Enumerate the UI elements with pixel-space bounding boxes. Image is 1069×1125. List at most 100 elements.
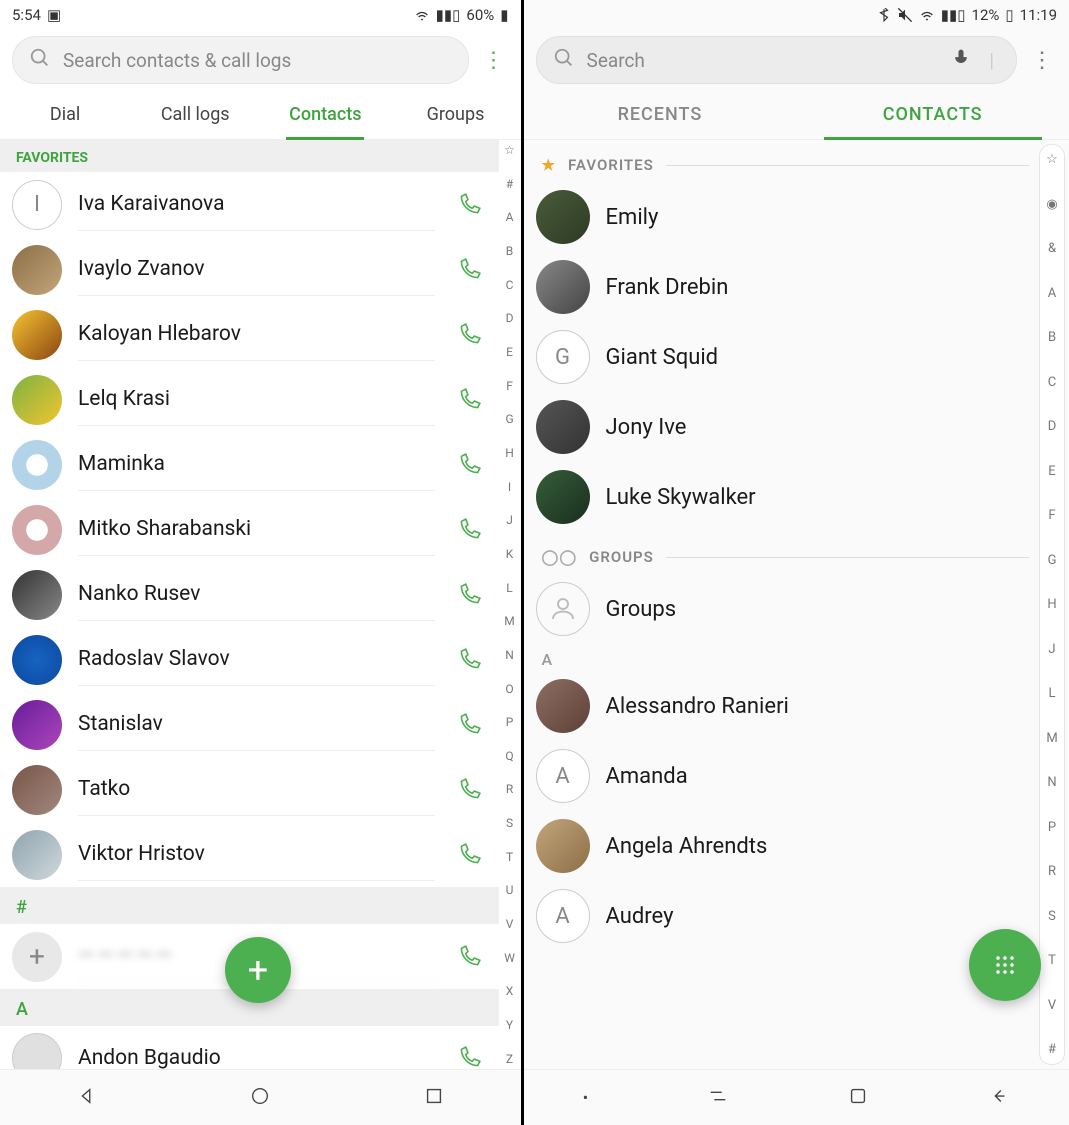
contact-row[interactable]: A Amanda: [524, 741, 1047, 811]
index-letter[interactable]: V: [506, 918, 514, 930]
index-letter[interactable]: F: [1048, 509, 1055, 522]
tab-contacts[interactable]: Contacts: [260, 90, 390, 139]
index-letter[interactable]: D: [506, 312, 514, 324]
back-button[interactable]: [988, 1085, 1010, 1111]
call-button[interactable]: [451, 452, 487, 478]
call-button[interactable]: [451, 842, 487, 868]
groups-row[interactable]: Groups: [524, 574, 1047, 644]
add-contact-fab[interactable]: +: [225, 937, 291, 1003]
home-button[interactable]: [847, 1085, 869, 1111]
contact-row[interactable]: Ivaylo Zvanov: [0, 237, 499, 302]
index-letter[interactable]: N: [505, 649, 514, 661]
index-letter[interactable]: X: [506, 985, 514, 997]
contact-row[interactable]: Tatko: [0, 757, 499, 822]
mic-icon[interactable]: [951, 48, 971, 73]
index-letter[interactable]: S: [506, 817, 513, 829]
index-letter[interactable]: P: [1048, 821, 1056, 834]
index-letter[interactable]: N: [1047, 776, 1056, 789]
contact-row[interactable]: Angela Ahrendts: [524, 811, 1047, 881]
index-letter[interactable]: R: [506, 783, 513, 795]
index-letter[interactable]: R: [1048, 865, 1056, 878]
index-letter[interactable]: W: [504, 952, 515, 964]
index-letter[interactable]: C: [1048, 376, 1056, 389]
index-letter[interactable]: ☆: [1046, 153, 1058, 166]
tab-dial[interactable]: Dial: [0, 90, 130, 139]
contact-row[interactable]: I Iva Karaivanova: [0, 172, 499, 237]
index-letter[interactable]: B: [506, 245, 513, 257]
contact-row[interactable]: Emily: [524, 182, 1047, 252]
call-button[interactable]: [451, 387, 487, 413]
index-letter[interactable]: A: [506, 211, 514, 223]
call-button[interactable]: [451, 647, 487, 673]
index-letter[interactable]: Y: [506, 1019, 513, 1031]
contact-row[interactable]: G Giant Squid: [524, 322, 1047, 392]
contact-row[interactable]: Radoslav Slavov: [0, 627, 499, 692]
index-letter[interactable]: #: [1048, 1043, 1056, 1056]
call-button[interactable]: [451, 712, 487, 738]
home-button[interactable]: [249, 1085, 271, 1111]
nav-dot[interactable]: •: [583, 1088, 588, 1107]
index-letter[interactable]: M: [1046, 732, 1057, 745]
contact-row[interactable]: Alessandro Ranieri: [524, 671, 1047, 741]
index-letter[interactable]: F: [506, 380, 513, 392]
contact-row[interactable]: Andon Bgaudio: [0, 1026, 499, 1069]
recents-button[interactable]: [423, 1085, 445, 1111]
index-letter[interactable]: #: [506, 178, 513, 190]
recents-button[interactable]: [707, 1085, 729, 1111]
call-button[interactable]: [451, 322, 487, 348]
index-letter[interactable]: E: [506, 346, 513, 358]
index-letter[interactable]: K: [506, 548, 514, 560]
alpha-index[interactable]: ☆#ABCDEFGHIJKLMNOPQRSTUVWXYZ: [501, 144, 519, 1065]
call-button[interactable]: [451, 192, 487, 218]
index-letter[interactable]: &: [1048, 242, 1056, 255]
call-button[interactable]: [451, 944, 487, 970]
dialpad-fab[interactable]: [969, 929, 1041, 1001]
call-button[interactable]: [451, 517, 487, 543]
index-letter[interactable]: O: [505, 683, 513, 695]
alpha-index[interactable]: ☆◉&ABCDEFGHJLMNPRSTV#: [1039, 144, 1065, 1065]
index-letter[interactable]: B: [1048, 331, 1056, 344]
index-letter[interactable]: I: [508, 481, 511, 493]
search-input[interactable]: Search contacts & call logs: [12, 36, 469, 84]
index-letter[interactable]: L: [506, 582, 512, 594]
index-letter[interactable]: S: [1048, 910, 1056, 923]
index-letter[interactable]: U: [506, 884, 514, 896]
more-button[interactable]: ⋮: [1027, 48, 1057, 73]
call-button[interactable]: [451, 777, 487, 803]
tab-groups[interactable]: Groups: [390, 90, 520, 139]
index-letter[interactable]: ◉: [1046, 198, 1057, 211]
index-letter[interactable]: C: [506, 279, 514, 291]
call-button[interactable]: [451, 1045, 487, 1069]
index-letter[interactable]: J: [1048, 643, 1055, 656]
index-letter[interactable]: A: [1048, 287, 1056, 300]
index-letter[interactable]: M: [504, 615, 514, 627]
index-letter[interactable]: T: [1048, 954, 1056, 967]
index-letter[interactable]: J: [506, 514, 513, 526]
index-letter[interactable]: D: [1048, 420, 1057, 433]
search-input[interactable]: Search |: [536, 36, 1017, 84]
index-letter[interactable]: T: [506, 851, 513, 863]
tab-contacts[interactable]: CONTACTS: [796, 90, 1069, 139]
index-letter[interactable]: ☆: [504, 144, 515, 156]
contact-row[interactable]: Jony Ive: [524, 392, 1047, 462]
call-button[interactable]: [451, 582, 487, 608]
index-letter[interactable]: P: [506, 716, 514, 728]
contact-row[interactable]: Lelq Krasi: [0, 367, 499, 432]
contact-row[interactable]: Mitko Sharabanski: [0, 497, 499, 562]
index-letter[interactable]: V: [1048, 999, 1056, 1012]
contact-row[interactable]: Maminka: [0, 432, 499, 497]
contact-row[interactable]: Kaloyan Hlebarov: [0, 302, 499, 367]
tab-recents[interactable]: RECENTS: [524, 90, 797, 139]
contact-row[interactable]: Nanko Rusev: [0, 562, 499, 627]
tab-call-logs[interactable]: Call logs: [130, 90, 260, 139]
index-letter[interactable]: G: [505, 413, 513, 425]
contact-row[interactable]: Frank Drebin: [524, 252, 1047, 322]
contact-row[interactable]: A Audrey: [524, 881, 1047, 951]
index-letter[interactable]: H: [1047, 598, 1056, 611]
call-button[interactable]: [451, 257, 487, 283]
index-letter[interactable]: Z: [506, 1053, 513, 1065]
index-letter[interactable]: L: [1048, 687, 1055, 700]
index-letter[interactable]: G: [1048, 554, 1057, 567]
back-button[interactable]: [76, 1085, 98, 1111]
index-letter[interactable]: Q: [505, 750, 513, 762]
